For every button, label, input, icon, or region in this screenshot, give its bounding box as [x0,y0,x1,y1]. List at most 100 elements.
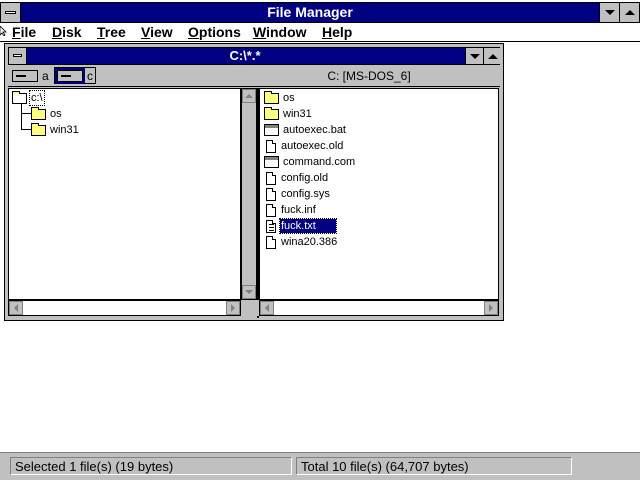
menu-tree[interactable]: Tree [97,23,126,41]
menu-view-label: iew [150,24,173,40]
document-icon [266,235,276,249]
directory-tree-pane[interactable]: c:\ os win31 [8,88,241,300]
tree-item-win31[interactable]: win31 [31,122,80,138]
menu-disk[interactable]: Disk [52,23,82,41]
file-item-win31[interactable]: win31 [264,106,313,122]
file-item-command-com[interactable]: command.com [264,154,356,170]
menu-window-label: indow [266,24,307,40]
tree-item-root[interactable]: c:\ [12,90,45,106]
file-item-label: win31 [283,108,312,120]
directory-window-title-bar[interactable]: C:\*.* [8,47,501,65]
folder-icon [264,106,279,120]
system-menu-icon [5,11,16,14]
system-menu-icon [13,54,22,57]
file-item-config-sys[interactable]: config.sys [264,186,331,202]
tree-item-label: os [50,108,62,120]
scroll-track[interactable] [274,301,484,315]
maximize-icon [624,10,635,15]
file-item-wina20-386[interactable]: wina20.386 [264,234,338,250]
directory-window-maximize-button[interactable] [483,48,501,64]
system-menu-button[interactable] [1,3,21,22]
open-folder-icon [12,90,27,104]
mouse-pointer-icon [0,26,7,36]
tree-item-os[interactable]: os [31,106,63,122]
menu-options[interactable]: Options [188,23,241,41]
drive-c-label: c [87,68,93,83]
menu-tree-mnemonic: T [97,24,105,40]
menu-view-mnemonic: V [141,24,151,40]
volume-label: C: [MS-DOS_6] [327,69,411,83]
file-item-label: wina20.386 [281,236,338,248]
menu-file[interactable]: File [12,23,36,41]
folder-icon [264,90,279,104]
file-item-autoexec-bat[interactable]: autoexec.bat [264,122,347,138]
tree-connector [21,113,31,114]
file-item-config-old[interactable]: config.old [264,170,329,186]
file-manager-window: File Manager File Disk Tree View Options… [0,0,640,480]
file-list-pane[interactable]: os win31 autoexec.bat autoexec.old comma… [259,88,499,300]
scroll-left-button[interactable] [9,301,23,315]
file-item-label: fuck.txt [279,218,337,234]
minimize-button[interactable] [599,3,619,22]
program-icon [264,124,279,136]
directory-window: C:\*.* a c C: [MS-DOS_6] c:\ os win31 os… [4,43,504,321]
minimize-icon [604,10,615,15]
folder-icon [31,106,46,120]
title-bar[interactable]: File Manager [0,2,640,23]
scroll-down-button[interactable] [242,285,256,299]
hard-drive-icon [57,69,83,82]
menu-file-label: ile [20,24,37,40]
menu-file-mnemonic: F [12,24,21,40]
scroll-track[interactable] [23,301,226,315]
file-item-label: fuck.inf [281,204,316,216]
drive-a-button[interactable]: a [12,67,49,84]
directory-window-minimize-button[interactable] [465,48,483,64]
scroll-down-icon [245,290,253,294]
scroll-right-button[interactable] [484,301,498,315]
tree-horizontal-scrollbar[interactable] [8,300,241,316]
program-icon [264,156,279,168]
status-selected: Selected 1 file(s) (19 bytes) [10,457,292,475]
minimize-icon [469,53,480,59]
drive-c-button[interactable]: c [54,67,96,84]
menu-window-mnemonic: W [253,24,267,40]
menu-disk-mnemonic: D [52,24,63,40]
file-item-label: os [283,92,295,104]
menu-view[interactable]: View [141,23,173,41]
file-item-fuck-inf[interactable]: fuck.inf [264,202,317,218]
file-list-horizontal-scrollbar[interactable] [259,300,499,316]
file-item-autoexec-old[interactable]: autoexec.old [264,138,344,154]
file-item-label: config.sys [281,188,330,200]
scroll-left-icon [14,304,18,312]
scroll-up-icon [245,94,253,98]
status-total: Total 10 file(s) (64,707 bytes) [296,457,572,475]
menu-help-label: elp [332,24,353,40]
maximize-button[interactable] [619,3,639,22]
window-title: File Manager [267,4,353,20]
file-item-fuck-txt[interactable]: fuck.txt [264,218,337,234]
scrollbar-corner [241,300,259,316]
status-bar: Selected 1 file(s) (19 bytes) Total 10 f… [0,452,640,480]
directory-window-system-menu-button[interactable] [9,48,27,64]
tree-connector [21,129,31,130]
menu-window[interactable]: Window [253,23,307,41]
drive-bar: a c C: [MS-DOS_6] [8,65,500,87]
menu-help-mnemonic: H [322,24,333,40]
text-document-icon [266,219,276,233]
menu-bar: File Disk Tree View Options Window Help [0,23,640,42]
directory-window-title: C:\*.* [229,48,261,63]
tree-vertical-scrollbar[interactable] [241,88,257,300]
document-icon [266,203,276,217]
scroll-left-button[interactable] [260,301,274,315]
menu-help[interactable]: Help [322,23,352,41]
menu-disk-label: isk [62,24,82,40]
scroll-left-icon [265,304,269,312]
file-item-label: config.old [281,172,329,184]
folder-icon [31,122,46,136]
scroll-right-button[interactable] [226,301,240,315]
document-icon [266,139,276,153]
menu-tree-label: ree [104,24,126,40]
drive-a-label: a [42,68,49,83]
scroll-up-button[interactable] [242,89,256,103]
file-item-os[interactable]: os [264,90,296,106]
